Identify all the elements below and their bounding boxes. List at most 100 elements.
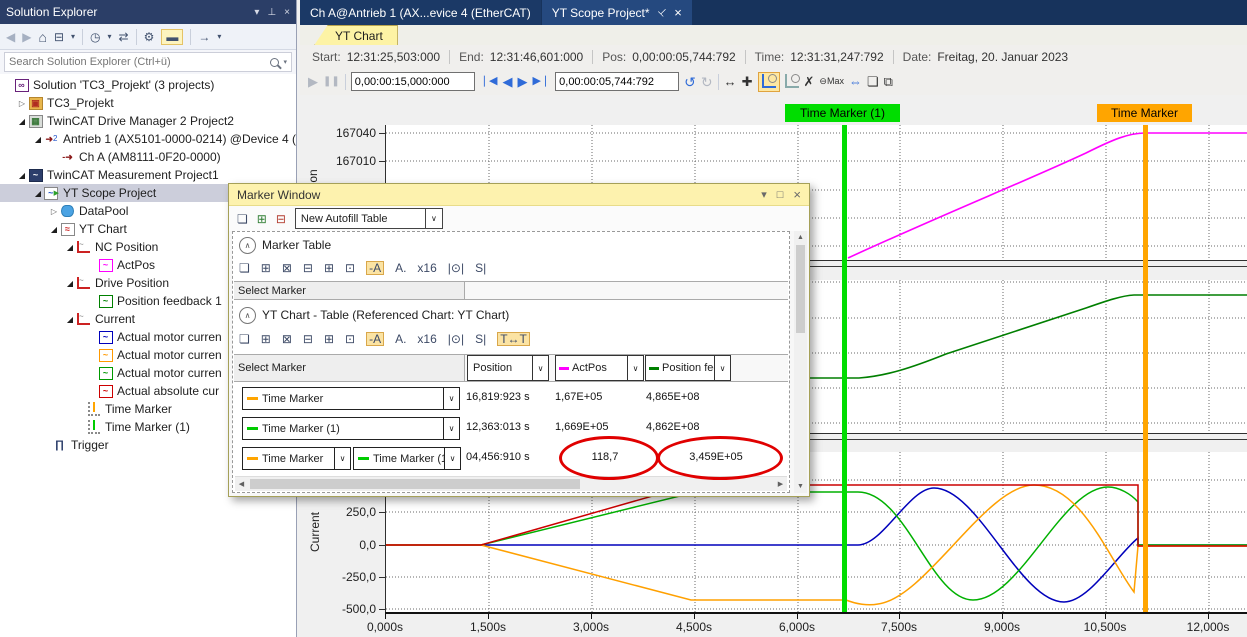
tree-item-ch-a[interactable]: -➜Ch A (AM8111-0F20-0000)	[0, 148, 296, 166]
chevron-down-icon[interactable]: ▾	[71, 33, 75, 41]
resize-box-icon[interactable]: ⊡	[345, 262, 355, 274]
properties-icon[interactable]: ⚙	[144, 31, 155, 43]
resize-box-icon[interactable]: ⊡	[345, 333, 355, 345]
collapse-section-icon[interactable]: ∧	[239, 307, 256, 324]
chevron-down-icon[interactable]: ∨	[714, 356, 730, 380]
marker-select-dropdown[interactable]: Time Marker (1) ∨	[242, 417, 460, 440]
expander-icon[interactable]: ▷	[48, 207, 60, 216]
pin-icon[interactable]: ⊥	[267, 7, 276, 18]
expander-icon[interactable]: ▷	[16, 99, 28, 108]
chevron-down-icon[interactable]: ∨	[334, 448, 350, 469]
chevron-down-icon[interactable]: ∨	[532, 356, 548, 380]
pan-xy-icon[interactable]: ✚	[742, 75, 753, 88]
redo-icon[interactable]: ↻	[701, 75, 713, 89]
search-icon[interactable]	[270, 58, 279, 67]
chevron-down-icon[interactable]: ▾	[108, 33, 112, 41]
cancel-zoom-icon[interactable]: ✗	[804, 75, 815, 88]
collapse-all-icon[interactable]: ⊟	[54, 31, 64, 43]
decimal-format-icon[interactable]: A.	[395, 333, 406, 345]
go-prev-icon[interactable]: ◀	[502, 75, 512, 88]
vertical-scrollbar[interactable]: ▲ ▼	[794, 231, 807, 493]
pause-icon[interactable]: ❚❚	[323, 77, 340, 87]
sync-icon[interactable]: ⇄	[119, 31, 129, 43]
chevron-down-icon[interactable]: ▾	[217, 33, 221, 41]
expander-icon[interactable]: ◢	[48, 225, 60, 234]
search-input[interactable]: Search Solution Explorer (Ctrl+ü) ▾	[4, 52, 292, 72]
scroll-right-icon[interactable]: ▶	[774, 477, 787, 490]
expander-icon[interactable]: ◢	[32, 189, 44, 198]
chevron-down-icon[interactable]: ▾	[283, 58, 287, 66]
position-time-input[interactable]	[555, 72, 679, 91]
expander-icon[interactable]: ◢	[16, 171, 28, 180]
fit-chart-icon[interactable]: ⇔	[849, 75, 862, 88]
chevron-down-icon[interactable]: ∨	[444, 448, 460, 469]
close-icon[interactable]: ×	[674, 5, 682, 20]
export-icon[interactable]: ⧉	[884, 75, 893, 88]
scroll-up-icon[interactable]: ▲	[794, 231, 807, 244]
preview-toggle-icon[interactable]: ▬	[161, 29, 183, 45]
expander-icon[interactable]: ◢	[32, 135, 44, 144]
auto-format-icon[interactable]: -A	[366, 261, 384, 275]
copy-chart-icon[interactable]: ❏	[867, 75, 879, 88]
decimal-format-icon[interactable]: A.	[395, 262, 406, 274]
marker-window-titlebar[interactable]: Marker Window ▾ □ ×	[229, 184, 809, 206]
go-first-icon[interactable]: ❘◀	[480, 76, 498, 87]
scrollbar-thumb[interactable]	[796, 245, 805, 333]
table-diff-icon[interactable]: ⊞	[324, 262, 334, 274]
pin-icon[interactable]: ⊥	[655, 6, 669, 20]
tree-item-drive-manager[interactable]: ◢▦TwinCAT Drive Manager 2 Project2	[0, 112, 296, 130]
marker-select-dropdown[interactable]: Time Marker ∨	[242, 387, 460, 410]
pan-x-icon[interactable]: ↔	[724, 75, 737, 88]
marker-select-dropdown[interactable]: Time Marker (1) ∨	[353, 447, 461, 470]
tab-yt-scope-project[interactable]: YT Scope Project* ⊥ ×	[542, 0, 692, 25]
zoom-rect-icon[interactable]	[785, 74, 799, 90]
column-header-position[interactable]: Position ∨	[467, 355, 549, 381]
copy-icon[interactable]: ❏	[239, 333, 250, 345]
zoom-x-icon[interactable]	[758, 72, 780, 92]
chevron-down-icon[interactable]: ∨	[443, 418, 459, 439]
time-format-icon[interactable]: |⊙|	[448, 262, 464, 274]
marker-select-dropdown[interactable]: Time Marker ∨	[242, 447, 351, 470]
table-add-col-icon[interactable]: ⊟	[303, 333, 313, 345]
tree-item-tc3-projekt[interactable]: ▷▣TC3_Projekt	[0, 94, 296, 112]
record-time-input[interactable]	[351, 72, 475, 91]
time-diff-icon[interactable]: T↔T	[497, 332, 530, 346]
hex-format-icon[interactable]: x16	[417, 262, 436, 274]
time-format-icon[interactable]: |⊙|	[448, 333, 464, 345]
remove-table-icon[interactable]: ⊟	[276, 213, 286, 225]
time-marker-line[interactable]	[1143, 125, 1148, 612]
table-delete-icon[interactable]: ⊠	[282, 333, 292, 345]
time-marker-1-flag[interactable]: Time Marker (1)	[785, 104, 900, 122]
go-next-icon[interactable]: ▶	[517, 75, 527, 88]
play-icon[interactable]: ▶	[308, 75, 318, 88]
tab-drive-manager[interactable]: Ch A@Antrieb 1 (AX...evice 4 (EtherCAT)	[300, 0, 541, 25]
column-header-position-feedback[interactable]: Position fee ∨	[645, 355, 731, 381]
time-marker-1-line[interactable]	[842, 125, 847, 612]
add-table-icon[interactable]: ⊞	[257, 213, 267, 225]
autofill-table-dropdown[interactable]: New Autofill Table ∨	[295, 208, 443, 229]
go-last-icon[interactable]: ▶❘	[532, 76, 550, 87]
table-diff-icon[interactable]: ⊞	[324, 333, 334, 345]
table-add-row-icon[interactable]: ⊞	[261, 333, 271, 345]
collapse-section-icon[interactable]: ∧	[239, 237, 256, 254]
pending-changes-icon[interactable]: ◷	[90, 31, 100, 43]
close-icon[interactable]: ×	[793, 187, 801, 202]
copy-icon[interactable]: ❏	[239, 262, 250, 274]
scrollbar-thumb[interactable]	[250, 479, 580, 489]
chevron-down-icon[interactable]: ∨	[425, 209, 442, 228]
close-icon[interactable]: ×	[284, 7, 290, 18]
forward-icon[interactable]: ▶	[22, 31, 31, 43]
expander-icon[interactable]: ◢	[64, 279, 76, 288]
chevron-down-icon[interactable]: ▾	[761, 188, 767, 201]
keep-open-icon[interactable]: →	[198, 31, 210, 43]
maximize-icon[interactable]: □	[777, 189, 784, 201]
expander-icon[interactable]: ◢	[16, 117, 28, 126]
scroll-down-icon[interactable]: ▼	[794, 480, 807, 493]
undo-icon[interactable]: ↺	[684, 75, 696, 89]
scroll-left-icon[interactable]: ◀	[235, 477, 248, 490]
tree-item-measurement-project[interactable]: ◢~TwinCAT Measurement Project1	[0, 166, 296, 184]
si-format-icon[interactable]: S|	[475, 262, 486, 274]
table-add-col-icon[interactable]: ⊟	[303, 262, 313, 274]
zoom-max-icon[interactable]: ⊖Max	[819, 77, 844, 86]
home-icon[interactable]: ⌂	[38, 30, 46, 44]
